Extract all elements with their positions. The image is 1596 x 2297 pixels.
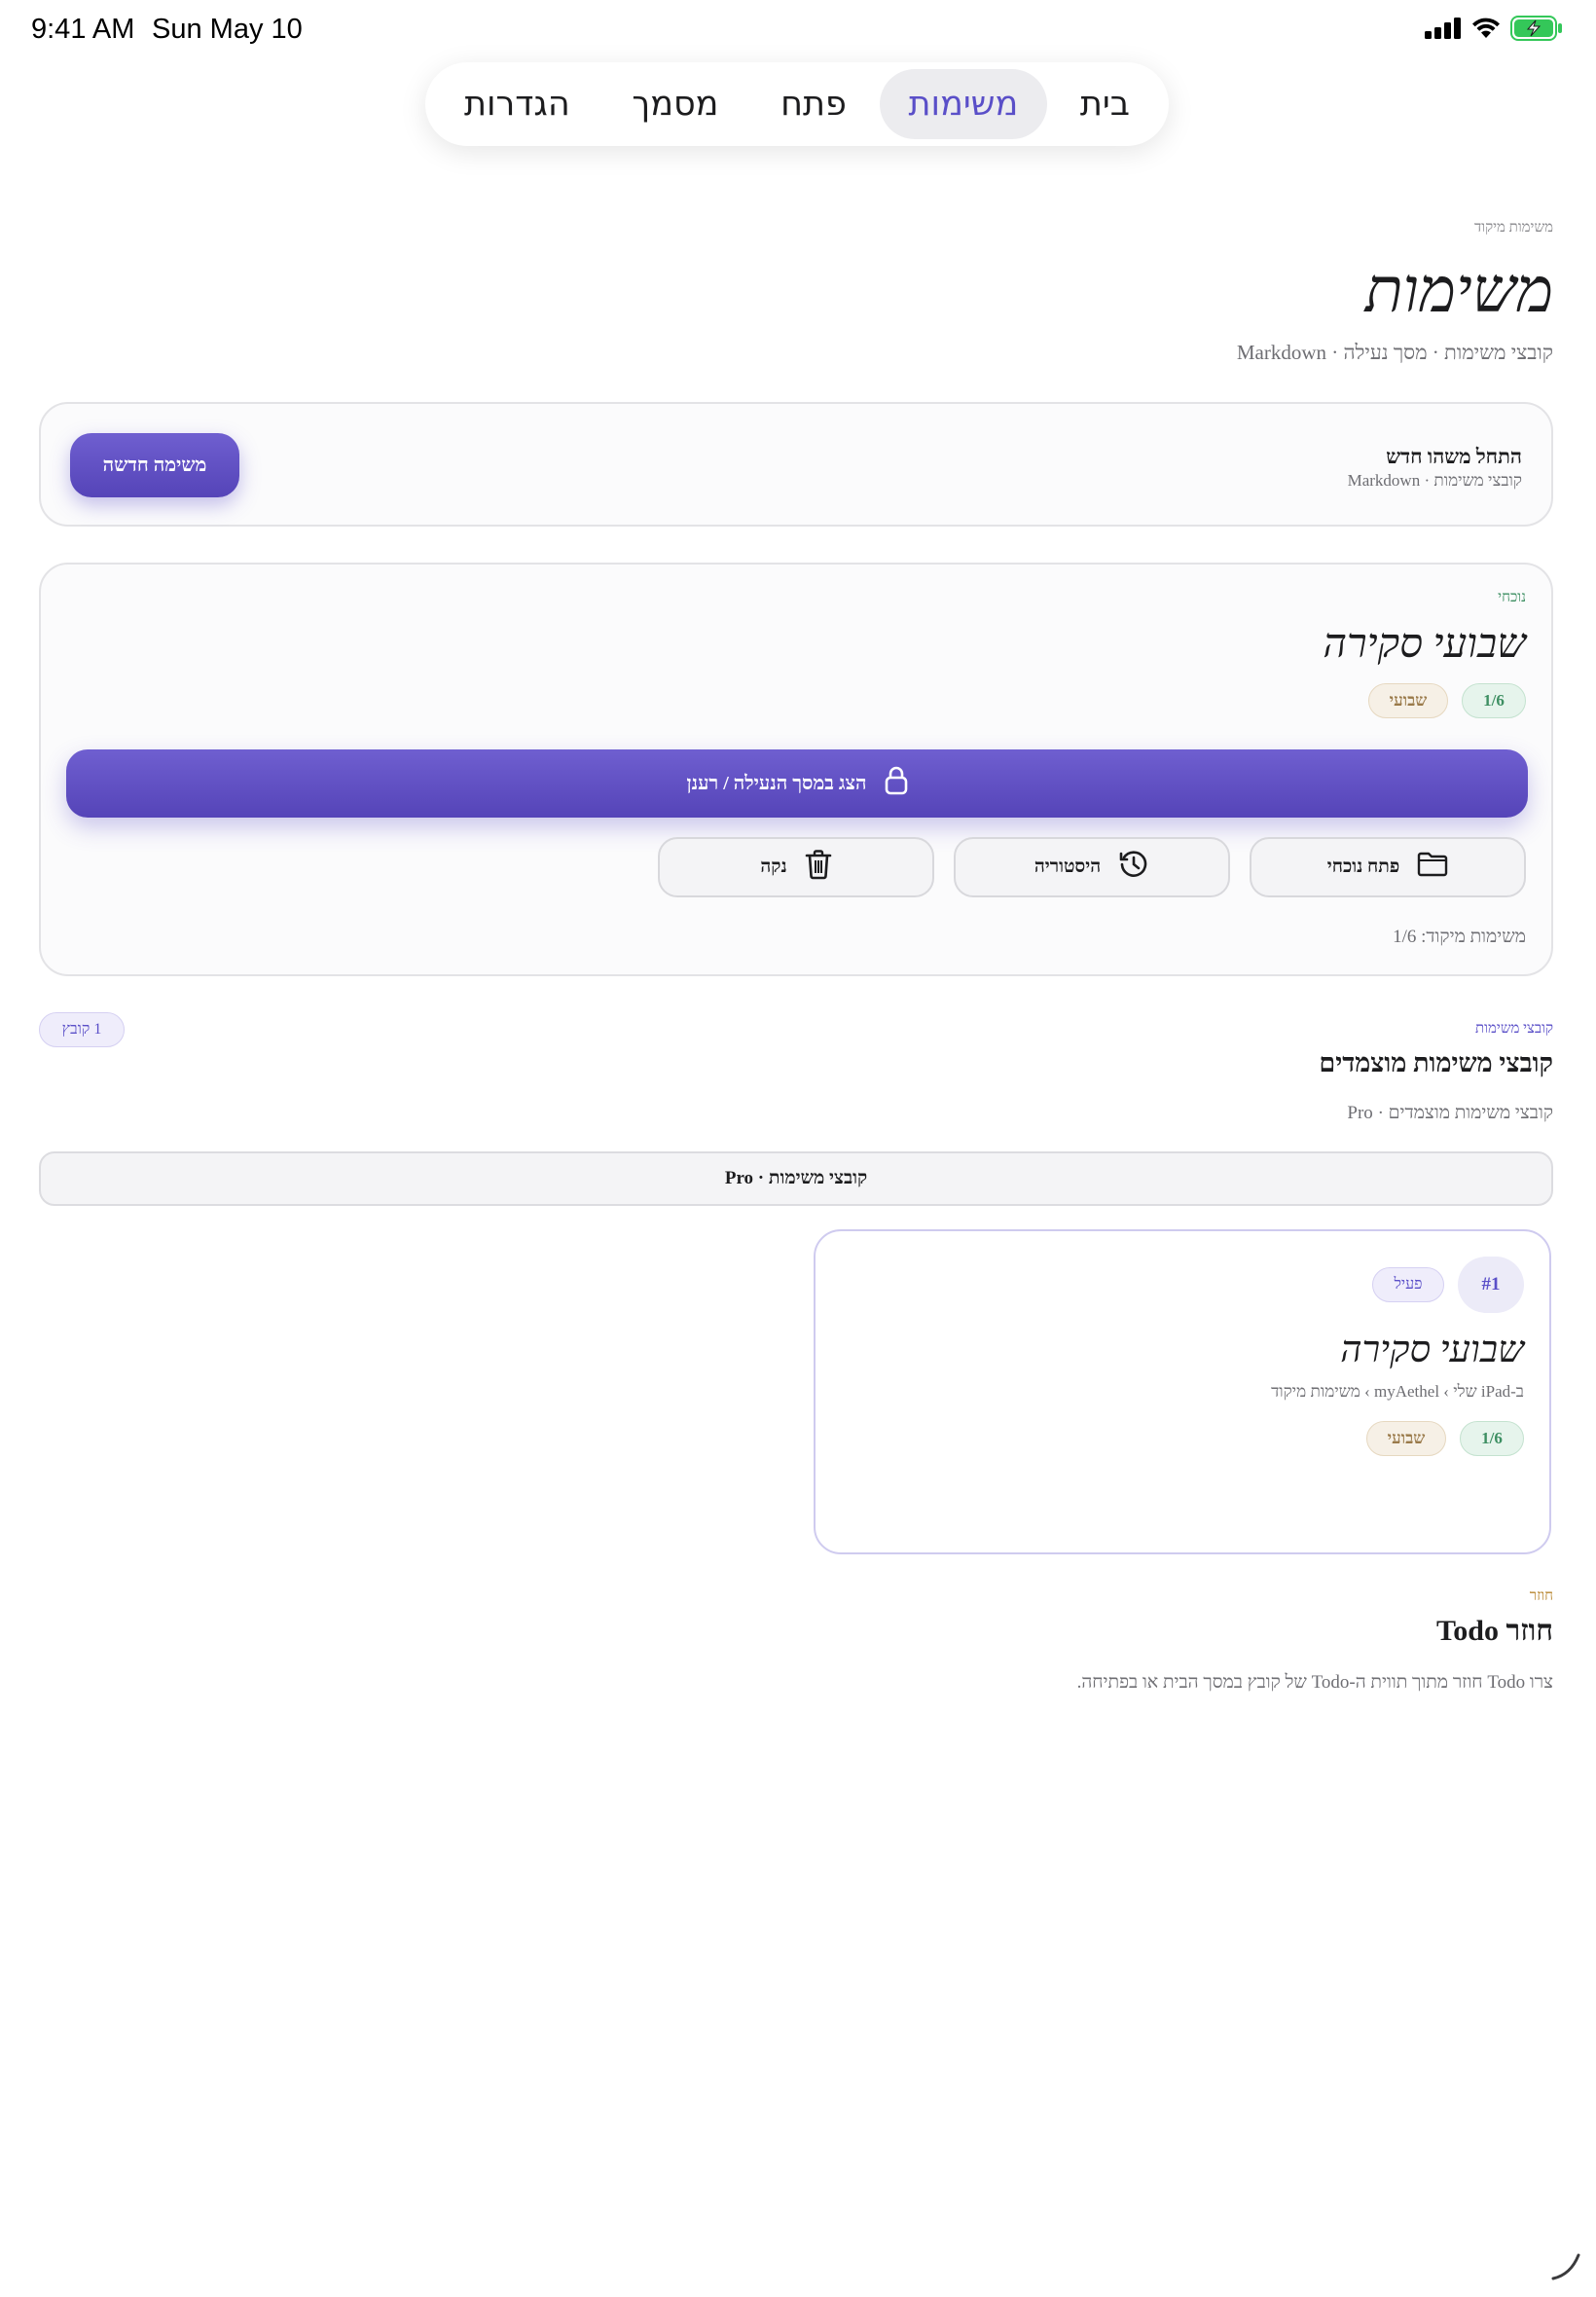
file-number-badge: #1 — [1458, 1257, 1524, 1313]
active-status-pill: פעיל — [1372, 1267, 1444, 1302]
lock-button-label: הצג במסך הנעילה / רענן — [686, 772, 867, 794]
status-date: Sun May 10 — [152, 14, 303, 45]
file-path: ב-iPad שלי › myAethel › משימות מיקוד — [1271, 1382, 1524, 1401]
pinned-title: קובצי משימות מוצמדים — [1319, 1048, 1553, 1077]
new-task-card: התחל משהו חדש קובצי משימות · Markdown מש… — [39, 402, 1553, 527]
recurring-eyebrow: חוזר — [1529, 1588, 1553, 1604]
corner-indicator-icon — [1549, 2249, 1582, 2287]
new-task-button[interactable]: משימה חדשה — [70, 433, 239, 497]
folder-icon — [1417, 852, 1448, 883]
current-eyebrow: נוכחי — [1498, 590, 1526, 605]
history-button[interactable]: היסטוריה — [954, 837, 1230, 897]
current-task-card: נוכחי שבועי סקירה 1/6 שבועי הצג במסך הנע… — [39, 563, 1553, 976]
status-time: 9:41 AM — [31, 14, 135, 45]
pinned-subtitle: קובצי משימות מוצמדים · Pro — [1347, 1103, 1553, 1123]
open-current-button[interactable]: פתח נוכחי — [1250, 837, 1526, 897]
top-tab-bar: בית משימות פתח מסמך הגדרות — [425, 62, 1169, 146]
battery-charging-icon — [1510, 16, 1563, 46]
tab-open[interactable]: פתח — [751, 69, 876, 139]
file-count-badge: 1 קובץ — [39, 1012, 125, 1047]
clear-button[interactable]: נקה — [658, 837, 934, 897]
tab-document[interactable]: מסמך — [602, 69, 747, 139]
show-on-lock-screen-button[interactable]: הצג במסך הנעילה / רענן — [66, 749, 1528, 818]
page-subtitle: קובצי משימות · מסך נעילה · Markdown — [1236, 341, 1553, 364]
progress-pill: 1/6 — [1462, 683, 1526, 718]
status-icons — [1425, 16, 1563, 46]
tab-tasks[interactable]: משימות — [879, 69, 1048, 139]
clear-label: נקה — [760, 857, 787, 877]
focus-tasks-footer: משימות מיקוד: 1/6 — [1393, 927, 1526, 947]
history-icon — [1118, 849, 1149, 886]
pinned-eyebrow: קובצי משימות — [1475, 1021, 1553, 1037]
current-title: שבועי סקירה — [1323, 622, 1526, 667]
file-period-pill: שבועי — [1366, 1421, 1446, 1456]
period-pill: שבועי — [1368, 683, 1448, 718]
recurring-title: חוזר Todo — [1436, 1615, 1553, 1647]
tab-home[interactable]: בית — [1051, 69, 1159, 139]
file-progress-pill: 1/6 — [1460, 1421, 1524, 1456]
trash-icon — [805, 849, 832, 886]
open-current-label: פתח נוכחי — [1326, 857, 1400, 877]
pro-upgrade-bar[interactable]: קובצי משימות · Pro — [39, 1151, 1553, 1206]
page-title: משימות — [1364, 256, 1553, 325]
tab-settings[interactable]: הגדרות — [435, 69, 599, 139]
file-title: שבועי סקירה — [1340, 1330, 1524, 1370]
history-label: היסטוריה — [1034, 857, 1102, 877]
new-card-subtitle: קובצי משימות · Markdown — [1347, 471, 1522, 490]
new-card-title: התחל משהו חדש — [1386, 445, 1522, 468]
pinned-file-card[interactable]: #1 פעיל שבועי סקירה ב-iPad שלי › myAethe… — [814, 1229, 1551, 1554]
wifi-icon — [1471, 18, 1501, 44]
page-eyebrow: משימות מיקוד — [1474, 220, 1553, 236]
recurring-description: צרו Todo חוזר מתוך תווית ה-Todo של קובץ … — [1076, 1672, 1553, 1693]
cellular-signal-icon — [1425, 18, 1462, 44]
lock-icon — [885, 766, 908, 801]
